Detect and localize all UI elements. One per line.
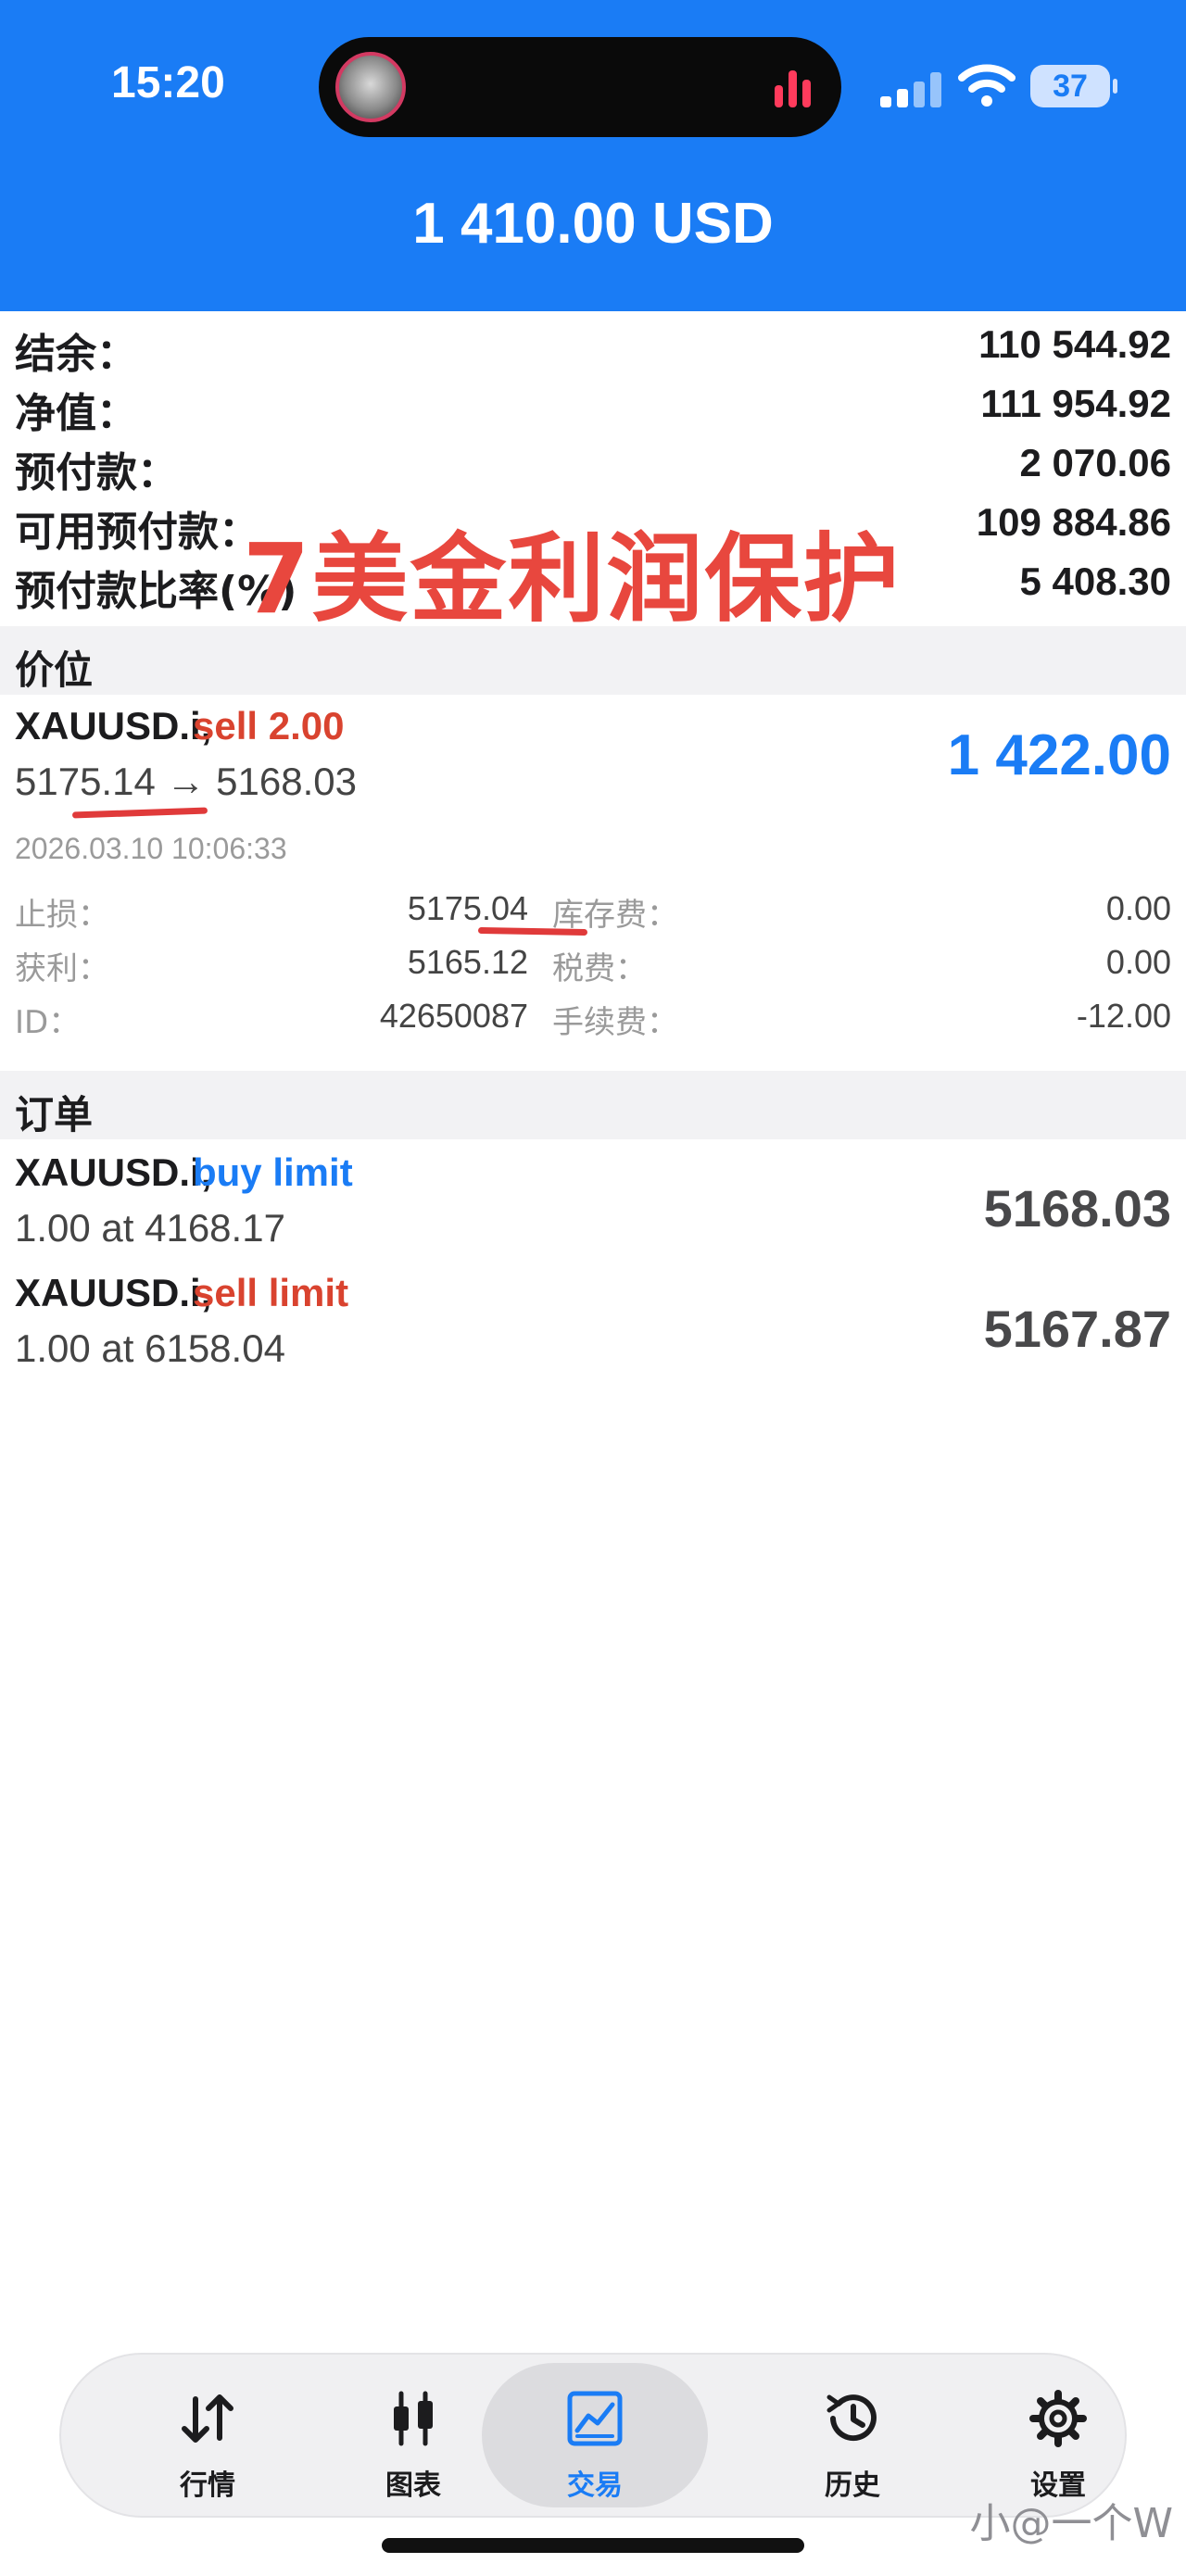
tab-quotes[interactable]: 行情	[115, 2355, 300, 2516]
summary-label: 结余：	[15, 331, 137, 378]
arrows-updown-icon	[182, 2394, 233, 2443]
stop-loss-value: 5175.04	[407, 889, 528, 927]
order-item[interactable]: XAUUSD.i, sell limit 1.00 at 6158.04 516…	[0, 1265, 1186, 1386]
commission-label: 手续费：	[552, 1004, 678, 1041]
position-time: 2026.03.10 10:06:33	[15, 832, 287, 865]
watermark: 小@一个W	[969, 2500, 1173, 2547]
order-detail: 1.00 at 4168.17	[15, 1206, 285, 1250]
current-price: 5168.03	[216, 760, 357, 803]
trade-chart-icon	[567, 2391, 623, 2446]
position-profit: 1 422.00	[947, 723, 1171, 787]
order-detail: 1.00 at 6158.04	[15, 1326, 285, 1370]
bottom-tab-bar: 行情 图表 交易 历史 设置	[59, 2353, 1127, 2518]
gear-icon	[1029, 2390, 1087, 2447]
signal-icon	[880, 70, 941, 107]
stop-loss-label: 止损：	[15, 897, 109, 934]
swap-value: 0.00	[1105, 889, 1171, 927]
order-type: sell limit	[193, 1271, 349, 1314]
tab-charts[interactable]: 图表	[321, 2355, 506, 2516]
summary-label: 可用预付款：	[15, 509, 259, 556]
dynamic-island	[319, 37, 841, 137]
summary-label: 预付款：	[15, 449, 178, 496]
take-profit-value: 5165.12	[407, 943, 528, 981]
candlestick-icon	[394, 2391, 433, 2446]
summary-row-equity: 净值： 111 954.92	[0, 380, 1186, 437]
swap-label: 库存费：	[552, 897, 678, 934]
order-price: 5168.03	[983, 1179, 1171, 1238]
id-label: ID：	[15, 1004, 81, 1041]
tax-label: 税费：	[552, 950, 647, 987]
status-time: 15:20	[111, 58, 225, 107]
position-symbol: XAUUSD.i,	[15, 704, 212, 748]
summary-value: 2 070.06	[1019, 441, 1172, 484]
order-type: buy limit	[193, 1150, 353, 1194]
header-bar: 15:20 37 1 410.00 USD	[0, 0, 1186, 311]
tab-label: 图表	[385, 2469, 441, 2502]
position-item[interactable]: XAUUSD.i, sell 2.00 5175.14 → 5168.03 1 …	[0, 695, 1186, 1071]
take-profit-label: 获利：	[15, 950, 109, 987]
tab-label: 行情	[180, 2469, 235, 2502]
summary-row-balance: 结余： 110 544.92	[0, 320, 1186, 378]
summary-value: 110 544.92	[978, 322, 1171, 366]
detail-row: 获利： 5165.12 税费： 0.00	[0, 943, 1186, 995]
summary-value: 111 954.92	[980, 382, 1171, 425]
summary-value: 5 408.30	[1019, 559, 1172, 603]
order-symbol: XAUUSD.i,	[15, 1150, 212, 1194]
position-side: sell 2.00	[193, 704, 345, 748]
tab-history[interactable]: 历史	[760, 2355, 945, 2516]
id-value: 42650087	[379, 997, 528, 1035]
summary-value: 109 884.86	[976, 500, 1171, 544]
section-header-positions: 价位	[0, 626, 1186, 695]
section-title: 订单	[15, 1092, 94, 1137]
audio-bars-icon	[775, 69, 814, 107]
commission-value: -12.00	[1076, 997, 1171, 1035]
annotation-overlay: 7美金利润保护	[243, 522, 902, 635]
summary-row-margin: 预付款： 2 070.06	[0, 439, 1186, 496]
order-symbol: XAUUSD.i,	[15, 1271, 212, 1314]
position-prices: 5175.14 → 5168.03	[15, 760, 357, 804]
home-indicator[interactable]	[382, 2538, 804, 2553]
wifi-icon	[958, 64, 1016, 107]
total-balance: 1 410.00 USD	[412, 192, 774, 256]
summary-label: 净值：	[15, 390, 137, 437]
arrow-icon: →	[166, 760, 206, 803]
annotation-underline	[71, 807, 208, 819]
tab-label: 历史	[825, 2469, 880, 2502]
tax-value: 0.00	[1105, 943, 1171, 981]
detail-row: 止损： 5175.04 库存费： 0.00	[0, 889, 1186, 941]
tab-trade[interactable]: 交易	[482, 2363, 708, 2507]
order-price: 5167.87	[983, 1300, 1171, 1358]
island-avatar-icon	[335, 52, 406, 122]
open-price: 5175.14	[15, 760, 156, 803]
battery-indicator: 37	[1030, 65, 1117, 107]
detail-row: ID： 42650087 手续费： -12.00	[0, 997, 1186, 1049]
order-item[interactable]: XAUUSD.i, buy limit 1.00 at 4168.17 5168…	[0, 1145, 1186, 1265]
section-header-orders: 订单	[0, 1071, 1186, 1139]
tab-label: 交易	[567, 2469, 623, 2502]
history-icon	[826, 2394, 877, 2442]
section-title: 价位	[15, 647, 94, 693]
